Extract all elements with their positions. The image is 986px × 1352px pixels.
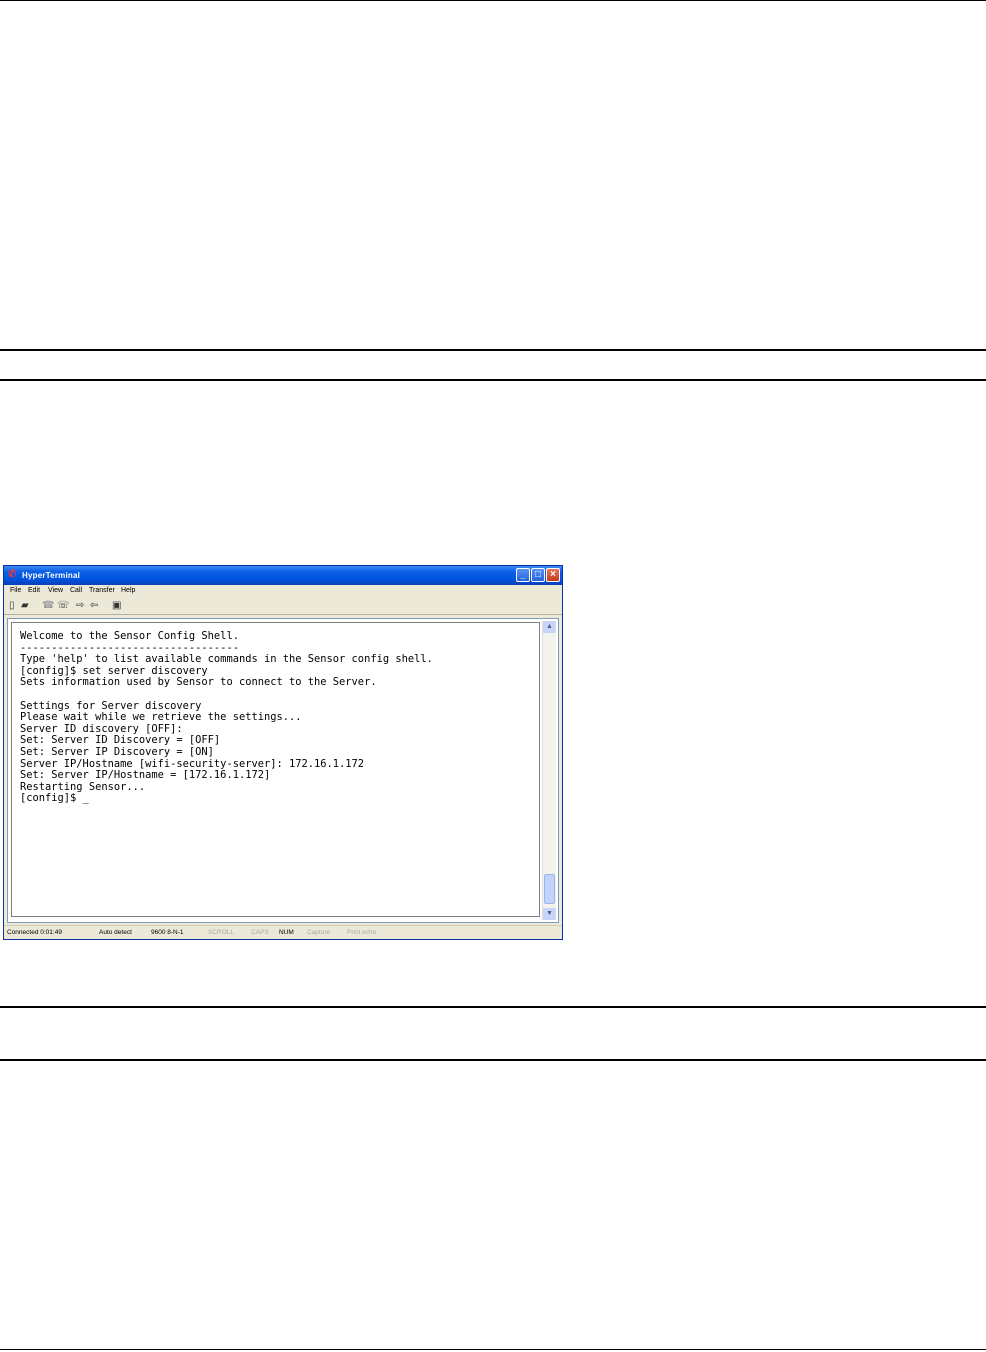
section-rule [0,349,986,351]
status-print-echo: Print echo [347,929,377,936]
terminal-frame: Welcome to the Sensor Config Shell. ----… [7,618,559,923]
hyperterminal-icon: ✆ [8,569,17,580]
section-rule [0,379,986,381]
status-port: 9600 8-N-1 [151,929,184,936]
terminal-output: Welcome to the Sensor Config Shell. ----… [20,630,433,805]
menu-call[interactable]: Call [70,587,82,594]
terminal-line: Set: Server IP Discovery = [ON] [20,745,214,758]
terminal-line: Type 'help' to list available commands i… [20,653,433,666]
menu-help[interactable]: Help [121,587,135,594]
terminal-line: [config]$ _ [20,792,89,805]
terminal-line: [config]$ set server discovery [20,664,208,677]
menu-bar: File Edit View Call Transfer Help [4,585,562,597]
terminal-line: Settings for Server discovery [20,699,202,712]
maximize-button[interactable]: □ [531,568,545,582]
window-title: HyperTerminal [22,571,81,580]
section-rule [0,1006,986,1008]
status-capture: Capture [307,929,331,936]
terminal-line: Set: Server ID Discovery = [OFF] [20,734,221,747]
status-bar: Connected 0:01:49 Auto detect 9600 8-N-1… [4,925,562,940]
menu-transfer[interactable]: Transfer [89,587,115,594]
status-caps: CAPS [251,929,269,936]
properties-icon[interactable]: ▣ [112,600,121,612]
send-icon[interactable]: ⇨ [76,600,84,612]
scroll-up-icon[interactable]: ▲ [543,621,556,633]
terminal-line: Server IP/Hostname [wifi-security-server… [20,757,365,770]
scroll-down-icon[interactable]: ▼ [543,908,556,920]
terminal-line: ----------------------------------- [20,641,239,654]
terminal-line: Server ID discovery [OFF]: [20,722,183,735]
terminal-line: Restarting Sensor... [20,780,146,793]
terminal-area[interactable]: Welcome to the Sensor Config Shell. ----… [11,622,540,917]
status-detect: Auto detect [99,929,132,936]
bottom-page-rule [0,1349,986,1350]
connect-icon[interactable]: ☎ [42,600,54,612]
minimize-button[interactable]: _ [516,568,530,582]
receive-icon[interactable]: ⇦ [90,600,98,612]
top-page-rule [0,0,986,1]
close-button[interactable]: × [546,568,560,582]
menu-edit[interactable]: Edit [28,587,40,594]
terminal-line: Please wait while we retrieve the settin… [20,711,302,724]
menu-file[interactable]: File [10,587,21,594]
scrollbar-thumb[interactable] [544,874,555,904]
status-num: NUM [279,929,294,936]
open-icon[interactable]: ▰ [21,600,29,612]
terminal-line: Welcome to the Sensor Config Shell. [20,630,239,642]
status-connected: Connected 0:01:49 [7,929,62,936]
menu-view[interactable]: View [48,587,63,594]
hyperterminal-window: ✆ HyperTerminal _ □ × File Edit View Cal… [3,565,563,940]
title-bar[interactable]: ✆ HyperTerminal _ □ × [4,566,562,585]
toolbar: ▯ ▰ ☎ ☏ ⇨ ⇦ ▣ [4,598,562,615]
status-scroll: SCROLL [208,929,235,936]
disconnect-icon[interactable]: ☏ [57,600,70,612]
terminal-line: Sets information used by Sensor to conne… [20,676,377,689]
terminal-line: Set: Server IP/Hostname = [172.16.1.172] [20,769,271,782]
vertical-scrollbar[interactable]: ▲ ▼ [542,621,556,920]
section-rule [0,1059,986,1061]
new-connection-icon[interactable]: ▯ [9,600,15,612]
